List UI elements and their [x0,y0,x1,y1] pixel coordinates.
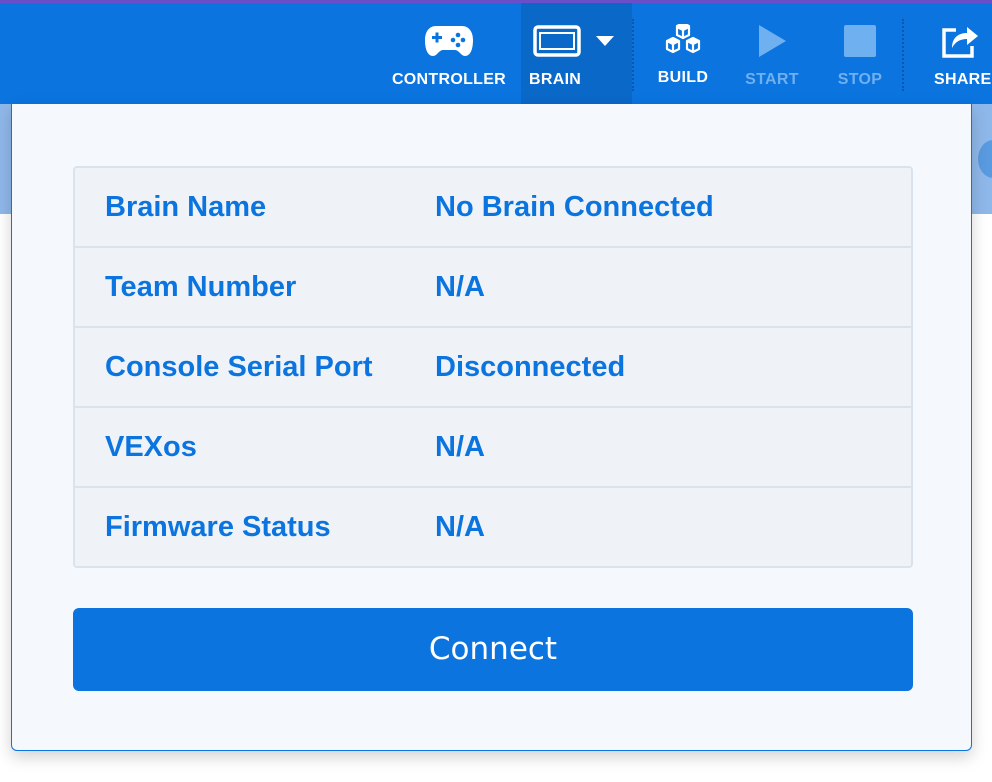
table-row: Team Number N/A [75,248,911,328]
caret-down-icon[interactable] [595,21,615,61]
row-label: Team Number [105,271,297,303]
row-value: Disconnected [435,351,626,383]
stop-button[interactable]: STOP [822,3,898,104]
row-value: N/A [435,511,485,543]
controller-button[interactable]: CONTROLLER [380,3,518,104]
stop-icon [843,21,877,61]
row-value: N/A [435,431,485,463]
table-row: Brain Name No Brain Connected [75,168,911,248]
stop-label: STOP [837,71,883,88]
share-icon [940,21,980,61]
row-value: No Brain Connected [435,191,714,223]
start-button[interactable]: START [734,3,810,104]
toolbar: CONTROLLER BRAIN BUILD START STOP SHARE [0,3,992,104]
toolbar-divider [902,19,904,91]
brain-label: BRAIN [529,71,582,88]
gamepad-icon [424,21,474,61]
row-value: N/A [435,271,485,303]
brain-info-panel: Brain Name No Brain Connected Team Numbe… [11,104,972,751]
brain-button[interactable]: BRAIN [521,3,632,104]
table-row: VEXos N/A [75,408,911,488]
brain-screen-icon [533,21,581,61]
build-label: BUILD [657,69,709,86]
table-row: Firmware Status N/A [75,488,911,568]
row-label: Firmware Status [105,511,331,543]
start-label: START [745,71,799,88]
share-label: SHARE [934,71,992,88]
toolbar-divider [632,19,634,91]
share-button[interactable]: SHARE [922,3,992,104]
table-row: Console Serial Port Disconnected [75,328,911,408]
row-label: Brain Name [105,191,267,223]
build-button[interactable]: BUILD [640,3,726,104]
controller-label: CONTROLLER [391,71,507,88]
play-icon [757,21,787,61]
row-label: Console Serial Port [105,351,373,383]
row-label: VEXos [105,431,197,463]
connect-button[interactable]: Connect [73,608,913,691]
brain-info-table: Brain Name No Brain Connected Team Numbe… [73,166,913,568]
cubes-icon [665,21,701,61]
